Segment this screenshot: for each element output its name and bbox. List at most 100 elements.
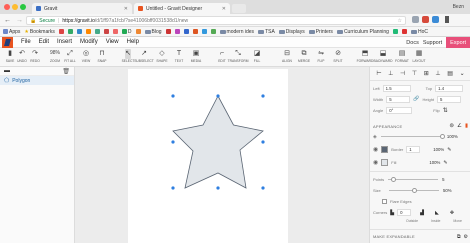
points-value[interactable]: 5 (442, 177, 444, 182)
new-tab-button[interactable] (232, 4, 246, 13)
bookmark-site[interactable] (165, 29, 171, 34)
chevron-down-icon[interactable]: ⌄ (460, 70, 465, 77)
bookmark-apps[interactable]: Apps (3, 29, 20, 35)
tool-redo[interactable]: ↷ REDO (27, 49, 43, 64)
align-left-icon[interactable]: ⊢ (376, 70, 381, 77)
extension-icon[interactable] (422, 16, 429, 23)
border-opacity[interactable]: 100% (433, 147, 444, 152)
bookmark-printers[interactable]: Printers (308, 29, 333, 35)
tool-backward[interactable]: ⬓ BACKWARD (374, 49, 393, 64)
bookmark-bookmarks[interactable]: ★ Bookmarks (24, 29, 55, 35)
bookmark-hoc[interactable]: HoC (410, 29, 428, 35)
size-slider[interactable] (389, 188, 439, 193)
bookmark-site[interactable] (85, 29, 91, 34)
edit-pen-icon[interactable]: ✎ (447, 147, 451, 153)
support-link[interactable]: Support (423, 40, 442, 46)
minimize-window-button[interactable] (12, 4, 18, 10)
corner-outside-icon[interactable]: ▟ (420, 210, 424, 216)
link-icon[interactable]: 🔗 (413, 96, 419, 102)
tool-fit-all[interactable]: ⤢ FIT ALL (62, 49, 78, 64)
bookmark-d[interactable]: D (121, 29, 132, 35)
selection-handle[interactable] (216, 186, 220, 190)
bookmark-blog[interactable]: Blog (144, 29, 162, 35)
settings-icon[interactable]: ⚙ (464, 234, 468, 240)
corner-inside-icon[interactable]: ◣ (435, 210, 439, 216)
close-window-button[interactable] (4, 4, 10, 10)
more-menu-icon[interactable] (445, 16, 449, 23)
angle-input[interactable]: 0° (386, 106, 413, 114)
tool-subselect[interactable]: ↗ SUBSELECT (134, 49, 154, 64)
tool-snap[interactable]: ⊓ SNAP (94, 49, 110, 64)
fill-opacity[interactable]: 100% (429, 160, 440, 165)
corners-input[interactable]: 0 (397, 209, 412, 216)
bookmark-site[interactable] (201, 29, 207, 34)
blend-mode-icon[interactable]: ⊚ (449, 123, 454, 129)
bookmark-site[interactable] (112, 29, 118, 34)
bookmark-site[interactable] (135, 29, 141, 34)
bookmark-site[interactable] (401, 29, 407, 34)
tool-format[interactable]: ▤ FORMAT (394, 49, 410, 64)
extension-icon[interactable] (412, 16, 419, 23)
tool-view[interactable]: ◎ VIEW (78, 49, 94, 64)
forward-arrow-icon[interactable]: → (16, 17, 23, 24)
tool-flip[interactable]: ⇋ FLIP (313, 49, 329, 64)
tool-zoom[interactable]: 98% ZOOM (47, 49, 63, 64)
tab-gravit-designer[interactable]: Untitled - Gravit Designer ✕ (134, 3, 230, 14)
eye-icon[interactable]: ◉ (373, 159, 378, 166)
bookmark-site[interactable] (183, 29, 189, 34)
close-tab-icon[interactable]: ✕ (222, 6, 226, 12)
size-value[interactable]: 50% (443, 188, 452, 193)
tool-fill[interactable]: ◪ FILL (249, 49, 265, 64)
points-slider-knob[interactable] (391, 177, 397, 182)
style-icon[interactable]: ▮ (465, 123, 468, 129)
bookmark-site[interactable] (210, 29, 216, 34)
opacity-slider[interactable] (380, 134, 445, 139)
tool-merge[interactable]: ⧉ MERGE (296, 49, 312, 64)
align-center-icon[interactable]: ⊥ (388, 70, 393, 77)
tool-align[interactable]: ⊟ ALIGN (279, 49, 295, 64)
selection-handle[interactable] (261, 94, 265, 98)
selection-handle[interactable] (216, 94, 220, 98)
selection-handle[interactable] (171, 186, 175, 190)
tab-gravit[interactable]: Gravit ✕ (32, 3, 132, 14)
browser-user-name[interactable]: Bezn (453, 4, 464, 10)
tool-split[interactable]: ⊘ SPLIT (330, 49, 346, 64)
bookmark-site[interactable] (392, 29, 398, 34)
bookmark-site[interactable] (174, 29, 180, 34)
flare-edges-checkbox[interactable] (382, 199, 387, 204)
pages-icon[interactable]: ▬ (4, 68, 10, 74)
bookmark-site[interactable] (192, 29, 198, 34)
tool-transform[interactable]: ⤡ TRANSFORM (228, 49, 249, 64)
corner-move-icon[interactable]: ✥ (450, 210, 454, 216)
selection-handle[interactable] (261, 186, 265, 190)
address-bar[interactable]: 🔒 Secure | https://gravit.io/d/1ff97a1fc… (26, 16, 406, 25)
left-input[interactable]: 1.5 (382, 84, 411, 92)
extension-icon[interactable] (432, 16, 439, 23)
height-input[interactable]: 5 (437, 95, 462, 103)
menu-insert[interactable]: Insert (53, 39, 76, 45)
tool-shape[interactable]: ◇ SHAPE (154, 49, 170, 64)
menu-edit[interactable]: Edit (35, 39, 53, 45)
docs-link[interactable]: Docs (406, 40, 419, 46)
selection-handle[interactable] (261, 140, 265, 144)
opacity-slider-knob[interactable] (439, 134, 445, 139)
flip-icon[interactable]: ⇅ (443, 107, 448, 114)
tool-media[interactable]: ▣ MEDIA (188, 49, 204, 64)
bookmark-site[interactable] (76, 29, 82, 34)
menu-view[interactable]: View (102, 39, 123, 45)
border-width-input[interactable]: 1 (406, 146, 421, 153)
effects-icon[interactable]: ∠ (457, 123, 462, 129)
tool-forward[interactable]: ⬒ FORWARD (357, 49, 374, 64)
size-slider-knob[interactable] (412, 188, 417, 193)
align-top-icon[interactable]: ⊤ (412, 70, 417, 77)
bookmark-site[interactable] (67, 29, 73, 34)
bookmark-site[interactable] (58, 29, 64, 34)
bookmark-tsa[interactable]: TSA (258, 29, 275, 35)
trash-icon[interactable]: 🗑 (62, 68, 70, 75)
copy-icon[interactable]: ⧉ (457, 234, 461, 240)
selection-handle[interactable] (171, 94, 175, 98)
bookmark-modern-ides[interactable]: modern ides (219, 29, 254, 35)
menu-modify[interactable]: Modify (76, 39, 102, 45)
opacity-value[interactable]: 100% (447, 134, 458, 139)
bookmark-site[interactable] (103, 29, 109, 34)
